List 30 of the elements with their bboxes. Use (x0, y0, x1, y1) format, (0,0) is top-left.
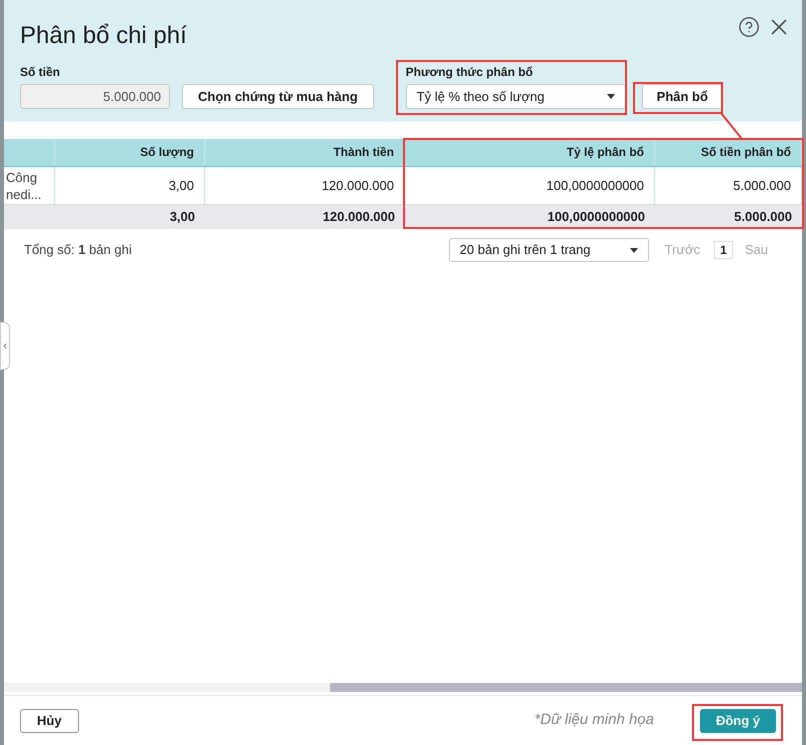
page-size-dropdown[interactable]: 20 bản ghi trên 1 trang (448, 238, 649, 262)
amount-field[interactable]: 5.000.000 (20, 84, 170, 109)
table-cell: 100,0000000000 (405, 167, 655, 204)
total-cell-text: 100,0000000000 (546, 208, 646, 226)
dropdown-caret-icon (606, 94, 615, 99)
help-icon[interactable] (738, 16, 760, 38)
total-cell-text: 120.000.000 (322, 208, 396, 226)
table-cell: Công nedi... (4, 167, 55, 204)
method-dropdown[interactable]: Tỷ lệ % theo số lượng (406, 84, 626, 109)
method-label: Phương thức phân bổ (406, 64, 534, 80)
table-cell: 5.000.000 (655, 167, 802, 204)
table-cell: 3,00 (55, 167, 205, 204)
sample-data-note: *Dữ liệu minh họa (534, 710, 654, 730)
amount-label: Số tiền (20, 64, 62, 80)
allocate-button[interactable]: Phân bổ (642, 84, 723, 109)
page-number[interactable]: 1 (714, 241, 733, 259)
total-cell-text: 3,00 (168, 208, 196, 226)
total-cell-text: 5.000.000 (733, 208, 793, 226)
cancel-button[interactable]: Hủy (20, 708, 79, 732)
table-cell: 120.000.000 (205, 167, 405, 204)
record-count: Tổng số: 1 bản ghi (24, 241, 132, 260)
column-header: Số lượng (55, 139, 205, 166)
column-header: Số tiền phân bổ (655, 139, 802, 166)
dialog-title: Phân bổ chi phí (20, 21, 187, 51)
column-header: Thành tiền (205, 139, 405, 166)
column-header: Tỷ lệ phân bổ (405, 139, 655, 166)
dropdown-caret-icon (630, 248, 638, 252)
choose-voucher-button[interactable]: Chọn chứng từ mua hàng (182, 84, 374, 109)
leader-line (720, 112, 744, 140)
scrollbar-thumb[interactable] (330, 683, 802, 692)
